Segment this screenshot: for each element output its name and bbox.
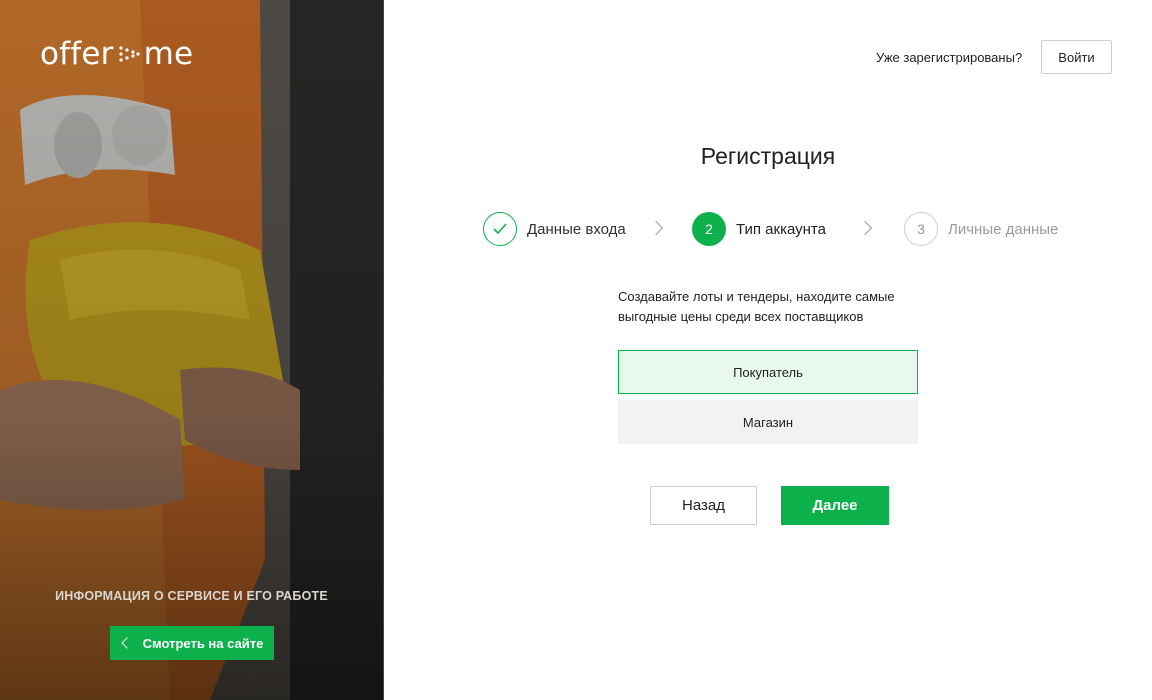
offerme-logo[interactable]: offer me <box>40 36 193 72</box>
already-registered-text: Уже зарегистрированы? <box>876 50 1023 65</box>
view-site-label: Смотреть на сайте <box>142 635 264 651</box>
account-type-buyer-label: Покупатель <box>733 364 803 380</box>
account-type-shop-label: Магазин <box>742 414 794 430</box>
logo-text-right: me <box>143 36 194 72</box>
logo-text-left: offer <box>40 36 114 72</box>
chevron-right-icon <box>648 220 664 236</box>
account-type-shop[interactable]: Магазин <box>618 400 918 444</box>
step-1-label: Данные входа <box>527 221 626 238</box>
step-3-label: Личные данные <box>948 221 1059 238</box>
step-1-circle <box>483 212 517 246</box>
view-site-button[interactable]: Смотреть на сайте <box>110 626 274 660</box>
account-type-description: Создавайте лоты и тендеры, находите самы… <box>618 289 895 324</box>
step-3-circle: 3 <box>904 212 938 246</box>
info-title: ИНФОРМАЦИЯ О СЕРВИСЕ И ЕГО РАБОТЕ <box>55 589 328 603</box>
login-button[interactable]: Войти <box>1041 40 1112 74</box>
panel-divider <box>383 0 384 700</box>
promo-panel: offer me ИНФОРМАЦИЯ О СЕРВИСЕ И ЕГО РАБО… <box>0 0 383 700</box>
next-button[interactable]: Далее <box>781 486 889 525</box>
back-button[interactable]: Назад <box>650 486 757 525</box>
step-2-circle: 2 <box>692 212 726 246</box>
account-type-buyer[interactable]: Покупатель <box>618 350 918 394</box>
check-icon <box>493 223 507 235</box>
logo-arrow-icon <box>119 46 140 62</box>
step-2-label: Тип аккаунта <box>736 221 826 238</box>
chevron-right-icon <box>857 220 873 236</box>
page-title: Регистрация <box>700 143 836 169</box>
chevron-left-icon <box>120 637 133 649</box>
